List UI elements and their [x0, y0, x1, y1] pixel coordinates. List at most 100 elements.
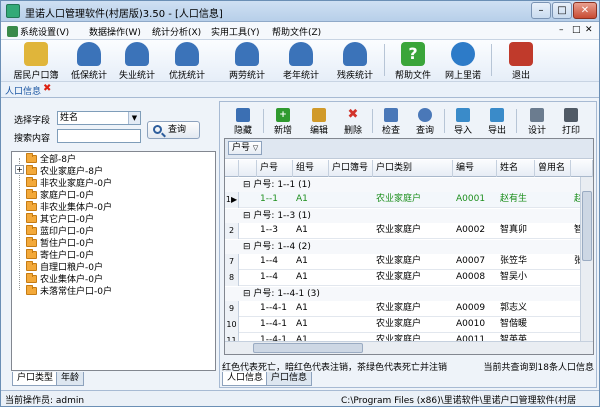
cell-group-no[interactable]: A1 [293, 223, 329, 238]
cell-name[interactable]: 赵有生 [497, 192, 535, 207]
cell-former-name[interactable] [535, 301, 571, 316]
collapse-icon[interactable]: ⊟ [243, 242, 251, 252]
mdi-minimize-button[interactable]: – [559, 25, 564, 35]
table-row[interactable]: 8 1--4 A1 农业家庭户 A0008 智吴小 [225, 270, 580, 286]
column-header[interactable]: 编号 [453, 160, 497, 177]
horizontal-scrollbar[interactable] [225, 341, 593, 354]
mdi-restore-button[interactable]: □ [572, 25, 581, 35]
hide-button[interactable]: 隐藏 [226, 105, 260, 137]
low-income-stats-button[interactable]: 低保统计 [67, 41, 111, 81]
search-input[interactable] [57, 129, 141, 143]
tree-item[interactable]: 其它户口-0户 [26, 213, 94, 226]
check-button[interactable]: 检查 [374, 105, 408, 137]
tree-item[interactable]: 农业家庭户-8户 [26, 165, 103, 178]
cell-group-no[interactable]: A1 [293, 301, 329, 316]
cell-id[interactable]: A0010 [453, 317, 497, 332]
collapse-icon[interactable]: ⊟ [243, 211, 251, 221]
design-button[interactable]: 设计 [520, 105, 554, 137]
export-button[interactable]: 导出 [480, 105, 514, 137]
cell-partial[interactable]: 智 [571, 223, 580, 238]
vertical-scrollbar[interactable] [580, 177, 593, 342]
column-header[interactable]: 户口类别 [373, 160, 453, 177]
print-button[interactable]: 打印 [554, 105, 588, 137]
cell-name[interactable]: 智真卯 [497, 223, 535, 238]
group-row[interactable]: ⊟ 户号: 1--1 (1) [225, 178, 580, 192]
menu-tools[interactable]: 实用工具(Y) [211, 25, 260, 38]
cell-name[interactable]: 智吴小 [497, 270, 535, 285]
cell-household-no[interactable]: 1--4-1 [257, 301, 293, 316]
online-lino-button[interactable]: 网上里诺 [441, 41, 485, 81]
column-header[interactable]: 姓名 [497, 160, 535, 177]
table-row[interactable]: 1▶ 1--1 A1 农业家庭户 A0001 赵有生 赵 [225, 192, 580, 208]
tree-item[interactable]: 自理口粮户-0户 [26, 261, 103, 274]
cell-book-no[interactable] [329, 317, 373, 332]
group-row[interactable]: ⊟ 户号: 1--4 (2) [225, 240, 580, 254]
cell-group-no[interactable]: A1 [293, 192, 329, 207]
collapse-icon[interactable]: ⊟ [243, 289, 251, 299]
household-book-button[interactable]: 居民户口簿 [7, 41, 65, 81]
cell-former-name[interactable] [535, 317, 571, 332]
tab-age[interactable]: 年龄 [56, 372, 85, 386]
menu-statistics[interactable]: 统计分析(X) [152, 25, 201, 38]
tree-item[interactable]: 全部-8户 [26, 153, 76, 166]
tree-item[interactable]: 非农业集体户-0户 [26, 201, 112, 214]
cell-household-no[interactable]: 1--3 [257, 223, 293, 238]
grid-query-button[interactable]: 查询 [408, 105, 442, 137]
column-header[interactable]: 户号 [257, 160, 293, 177]
released-persons-stats-button[interactable]: 两劳统计 [225, 41, 269, 81]
delete-button[interactable]: ✖ 删除 [336, 105, 370, 137]
field-select[interactable]: 姓名 ▼ [57, 111, 141, 125]
cell-book-no[interactable] [329, 301, 373, 316]
filter-icon[interactable]: ▽ [253, 144, 258, 152]
mdi-close-button[interactable]: ✕ [585, 25, 593, 35]
add-button[interactable]: + 新增 [266, 105, 300, 137]
cell-partial[interactable]: 赵 [571, 192, 580, 207]
cell-group-no[interactable]: A1 [293, 270, 329, 285]
cell-former-name[interactable] [535, 223, 571, 238]
veteran-care-stats-button[interactable]: 优抚统计 [165, 41, 209, 81]
tree-item[interactable]: 非农业家庭户-0户 [26, 177, 112, 190]
edit-button[interactable]: 编辑 [302, 105, 336, 137]
cell-id[interactable]: A0007 [453, 254, 497, 269]
column-header[interactable]: 曾用名 [535, 160, 571, 177]
tree-item[interactable]: 寄住户口-0户 [26, 249, 94, 262]
cell-type[interactable]: 农业家庭户 [373, 254, 453, 269]
cell-id[interactable]: A0009 [453, 301, 497, 316]
table-row[interactable]: 2 1--3 A1 农业家庭户 A0002 智真卯 智 [225, 223, 580, 239]
cell-household-no[interactable]: 1--4 [257, 270, 293, 285]
group-row[interactable]: ⊟ 户号: 1--4-1 (3) [225, 287, 580, 301]
cell-book-no[interactable] [329, 192, 373, 207]
column-header-partial[interactable] [571, 160, 593, 177]
exit-button[interactable]: 退出 [501, 41, 541, 81]
column-header[interactable]: 组号 [293, 160, 329, 177]
expand-icon[interactable]: + [15, 165, 24, 174]
cell-group-no[interactable]: A1 [293, 254, 329, 269]
cell-book-no[interactable] [329, 254, 373, 269]
cell-name[interactable]: 郭志义 [497, 301, 535, 316]
menu-system-settings[interactable]: 系统设置(V) [7, 25, 69, 38]
cell-book-no[interactable] [329, 270, 373, 285]
import-button[interactable]: 导入 [446, 105, 480, 137]
maximize-button[interactable]: □ [552, 2, 572, 19]
collapse-icon[interactable]: ⊟ [243, 180, 251, 190]
elderly-stats-button[interactable]: 老年统计 [279, 41, 323, 81]
minimize-button[interactable]: – [531, 2, 551, 19]
table-row[interactable]: 10 1--4-1 A1 农业家庭户 A0010 智偕暖 [225, 317, 580, 333]
tab-population-info[interactable]: 人口信息 [5, 84, 41, 97]
tab-population-info-bottom[interactable]: 人口信息 [222, 372, 269, 386]
close-button[interactable]: ✕ [573, 2, 597, 19]
cell-former-name[interactable] [535, 270, 571, 285]
disability-stats-button[interactable]: 残疾统计 [333, 41, 377, 81]
help-file-button[interactable]: ? 帮助文件 [391, 41, 435, 81]
cell-former-name[interactable] [535, 254, 571, 269]
tree-item[interactable]: 蓝印户口-0户 [26, 225, 94, 238]
cell-type[interactable]: 农业家庭户 [373, 270, 453, 285]
group-chip[interactable]: 户号 ▽ [228, 141, 262, 155]
tab-close-icon[interactable]: ✖ [43, 83, 51, 94]
cell-name[interactable]: 智偕暖 [497, 317, 535, 332]
cell-type[interactable]: 农业家庭户 [373, 223, 453, 238]
cell-name[interactable]: 张笠华 [497, 254, 535, 269]
group-row[interactable]: ⊟ 户号: 1--3 (1) [225, 209, 580, 223]
menu-data-operations[interactable]: 数据操作(W) [89, 25, 141, 38]
scroll-thumb[interactable] [582, 191, 592, 261]
